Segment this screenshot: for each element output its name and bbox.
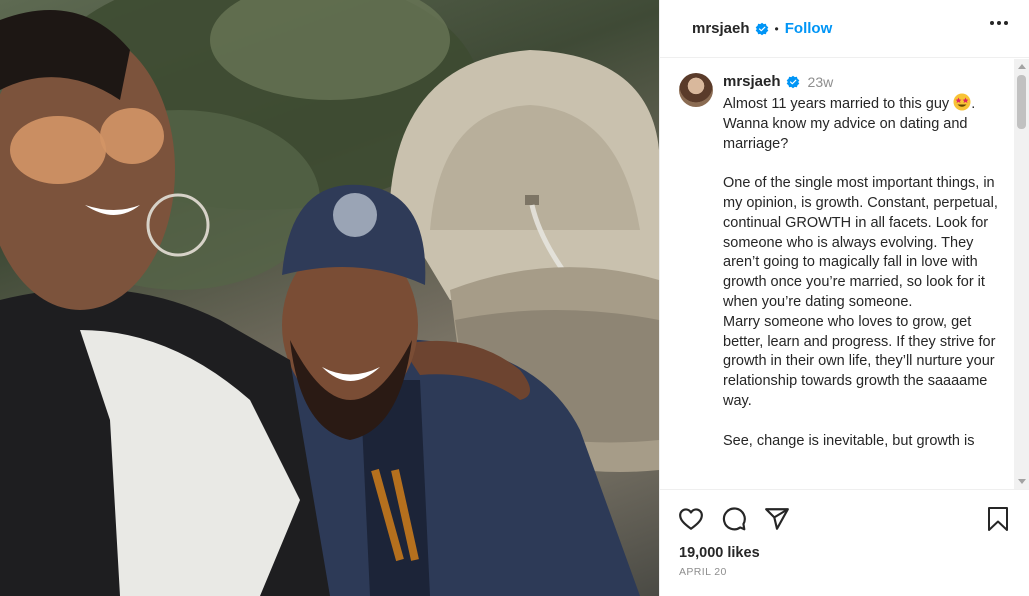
header-username[interactable]: mrsjaeh <box>692 20 750 37</box>
scroll-up-arrow-icon[interactable] <box>1018 64 1026 69</box>
post-header: mrsjaeh • Follow <box>660 0 1029 58</box>
header-separator: • <box>774 21 779 36</box>
post-side-panel: mrsjaeh • Follow mrsjaeh 23w Almost 11 y… <box>659 0 1029 596</box>
avatar[interactable] <box>679 73 713 107</box>
follow-button[interactable]: Follow <box>785 20 833 37</box>
post-time[interactable]: 23w <box>808 74 834 90</box>
post-caption: Almost 11 years married to this guy . Wa… <box>723 93 998 451</box>
star-struck-emoji <box>953 93 971 111</box>
comments-scrollbar[interactable] <box>1014 59 1029 489</box>
more-options-icon[interactable] <box>990 21 1008 25</box>
scroll-thumb[interactable] <box>1017 75 1026 129</box>
likes-count[interactable]: 19,000 likes <box>679 545 760 561</box>
caption-body: Wanna know my advice on dating and marri… <box>723 115 998 449</box>
scroll-down-arrow-icon[interactable] <box>1018 479 1026 484</box>
post-date[interactable]: APRIL 20 <box>679 566 727 578</box>
post-photo[interactable] <box>0 0 659 596</box>
heart-icon[interactable] <box>678 506 704 532</box>
post-photo-illustration <box>0 0 659 596</box>
action-icons <box>678 506 790 532</box>
caption-username[interactable]: mrsjaeh <box>723 73 781 90</box>
comment-icon[interactable] <box>721 506 747 532</box>
caption-header: mrsjaeh 23w <box>723 73 833 90</box>
comments-section[interactable]: mrsjaeh 23w Almost 11 years married to t… <box>660 59 1029 489</box>
caption-line1-end: . <box>971 96 976 112</box>
verified-badge-icon <box>755 22 768 35</box>
verified-badge-icon <box>786 75 799 88</box>
share-icon[interactable] <box>764 506 790 532</box>
post-actions: 19,000 likes APRIL 20 <box>660 489 1029 596</box>
caption-line1: Almost 11 years married to this guy <box>723 96 950 112</box>
bookmark-icon[interactable] <box>986 506 1010 532</box>
